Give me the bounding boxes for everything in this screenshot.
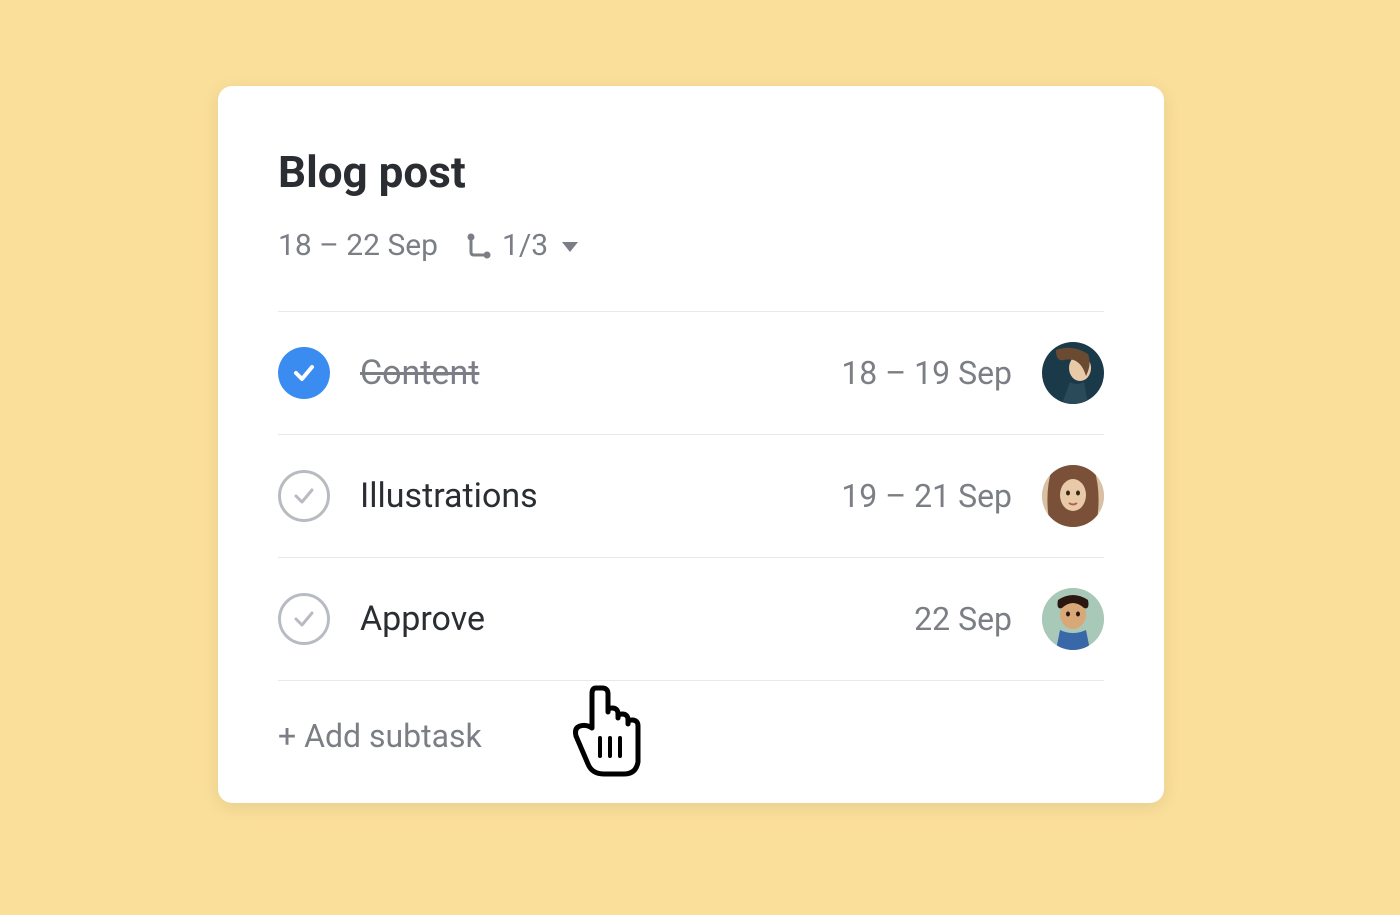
subtask-row[interactable]: Illustrations 19 – 21 Sep (278, 435, 1104, 558)
add-subtask-button[interactable]: + Add subtask (278, 681, 1104, 763)
subtask-date[interactable]: 18 – 19 Sep (792, 354, 1012, 392)
task-card: Blog post 18 – 22 Sep 1/3 Content 18 – 1… (218, 86, 1164, 803)
task-title[interactable]: Blog post (278, 146, 1104, 198)
subtask-date[interactable]: 22 Sep (792, 600, 1012, 638)
subtask-row[interactable]: Approve 22 Sep (278, 558, 1104, 681)
subtask-list: Content 18 – 19 Sep Illustrations 19 – 2… (278, 311, 1104, 681)
subtask-checkbox[interactable] (278, 470, 330, 522)
assignee-avatar[interactable] (1042, 465, 1104, 527)
assignee-avatar[interactable] (1042, 342, 1104, 404)
subtask-checkbox[interactable] (278, 593, 330, 645)
subtask-name[interactable]: Content (360, 353, 762, 393)
subtask-count-dropdown[interactable]: 1/3 (466, 228, 578, 263)
subtask-name[interactable]: Approve (360, 599, 762, 639)
task-meta-row: 18 – 22 Sep 1/3 (278, 228, 1104, 263)
subtask-checkbox[interactable] (278, 347, 330, 399)
assignee-avatar[interactable] (1042, 588, 1104, 650)
task-date-range[interactable]: 18 – 22 Sep (278, 228, 438, 263)
subtask-row[interactable]: Content 18 – 19 Sep (278, 312, 1104, 435)
subtask-tree-icon (466, 232, 492, 260)
subtask-date[interactable]: 19 – 21 Sep (792, 477, 1012, 515)
chevron-down-icon (562, 242, 578, 252)
subtask-count-label: 1/3 (502, 228, 548, 263)
subtask-name[interactable]: Illustrations (360, 476, 762, 516)
